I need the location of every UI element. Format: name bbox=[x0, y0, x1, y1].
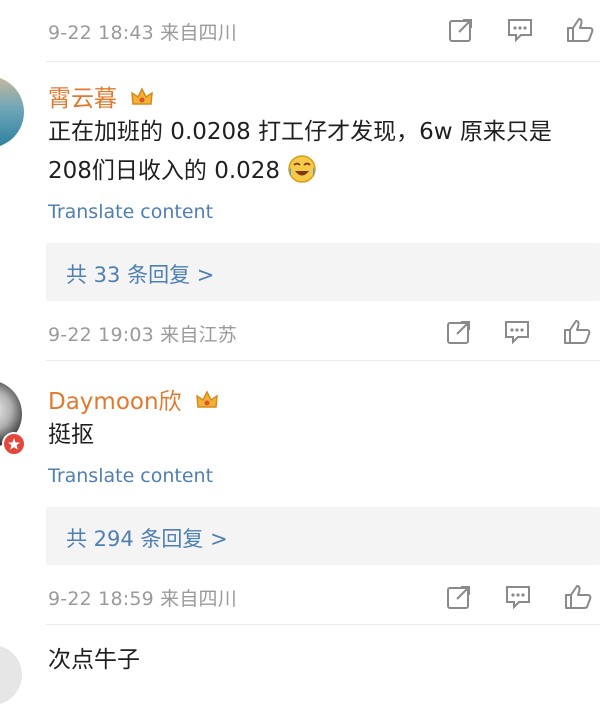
translate-link[interactable]: Translate content bbox=[48, 465, 213, 487]
comment-meta: 9-22 19:03 来自江苏 bbox=[48, 324, 237, 346]
comment-icon[interactable] bbox=[506, 16, 534, 44]
divider bbox=[46, 61, 600, 62]
comment-text-line: 正在加班的 0.0208 打工仔才发现，6w 原来只是 bbox=[48, 119, 552, 145]
comment-text-line: 208们日收入的 0.028 bbox=[48, 151, 317, 197]
share-icon[interactable] bbox=[447, 16, 475, 44]
share-icon[interactable] bbox=[445, 583, 473, 611]
comment-meta: 9-22 18:59 来自四川 bbox=[48, 588, 237, 610]
like-icon[interactable] bbox=[565, 16, 594, 44]
replies-box[interactable]: 共 294 条回复 > bbox=[46, 507, 600, 565]
laugh-cry-emoji-icon bbox=[287, 154, 317, 197]
verified-badge-icon bbox=[2, 432, 26, 456]
comment-icon[interactable] bbox=[504, 583, 532, 611]
replies-link[interactable]: 共 33 条回复 > bbox=[66, 259, 214, 289]
like-icon[interactable] bbox=[563, 583, 592, 611]
comment-text-line: 挺抠 bbox=[48, 422, 94, 448]
avatar[interactable] bbox=[0, 645, 22, 705]
crown-badge-icon bbox=[195, 389, 219, 417]
replies-link[interactable]: 共 294 条回复 > bbox=[66, 523, 228, 553]
replies-box[interactable]: 共 33 条回复 > bbox=[46, 243, 600, 301]
crown-badge-icon bbox=[130, 86, 154, 114]
divider bbox=[46, 624, 600, 625]
translate-link[interactable]: Translate content bbox=[48, 201, 213, 223]
comment-icon[interactable] bbox=[503, 318, 531, 346]
username[interactable]: Daymoon欣 bbox=[48, 382, 219, 417]
like-icon[interactable] bbox=[562, 318, 591, 346]
comment-meta: 9-22 18:43 来自四川 bbox=[48, 22, 237, 44]
divider bbox=[46, 360, 600, 361]
avatar[interactable] bbox=[0, 76, 24, 148]
share-icon[interactable] bbox=[445, 318, 473, 346]
comment-text-line: 次点牛子 bbox=[48, 647, 140, 673]
username[interactable]: 霄云暮 bbox=[48, 79, 154, 114]
